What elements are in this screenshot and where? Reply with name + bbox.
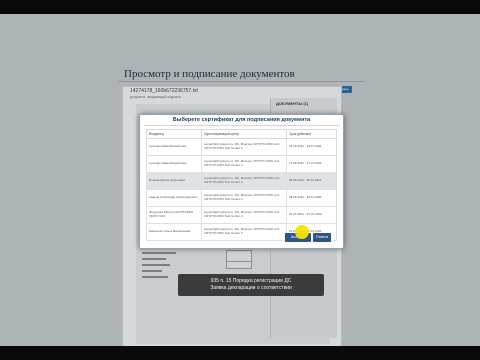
letterbox-bottom <box>0 346 480 360</box>
signature-stamp <box>226 261 252 269</box>
letterbox-top <box>0 0 480 14</box>
column-header-issuer: Удостоверяющий центр <box>201 129 287 139</box>
cell-owner: Авдеев Александр Александрович <box>146 189 202 207</box>
document-text-line <box>142 258 166 260</box>
certificate-table: Владелец Удостоверяющий центр Срок дейст… <box>146 129 337 241</box>
cell-issuer: support@cryptopro.ru, RU, Moscow, CRYPTO… <box>201 223 287 241</box>
cell-owner: Федорова Ирина (CRYPTOPRO TEST) ООО <box>146 206 202 224</box>
document-name: 14274178_160b672236757.txt <box>130 88 198 94</box>
cell-issuer: support@cryptopro.ru, RU, Moscow, CRYPTO… <box>201 172 287 190</box>
cell-validity: 28.06.2021 - 28.12.2021 <box>286 189 337 207</box>
dialog-divider <box>144 125 339 126</box>
cell-issuer: support@cryptopro.ru, RU, Moscow, CRYPTO… <box>201 138 287 156</box>
document-text-line <box>142 252 176 254</box>
page-title: Просмотр и подписание документов <box>124 68 295 80</box>
title-divider <box>118 81 364 82</box>
document-text-line <box>142 276 168 278</box>
cell-validity: 17.06.2021 - 17.12.2021 <box>286 155 337 173</box>
table-header-row: Владелец Удостоверяющий центр Срок дейст… <box>146 129 337 139</box>
cell-validity: 16.06.2021 - 16.12.2021 <box>286 138 337 156</box>
documents-sidebar-title: ДОКУМЕНТЫ (1) <box>276 101 309 106</box>
cell-issuer: support@cryptopro.ru, RU, Moscow, CRYPTO… <box>201 189 287 207</box>
cell-issuer: support@cryptopro.ru, RU, Moscow, CRYPTO… <box>201 155 287 173</box>
certificate-row[interactable]: Сухинин Иван Михайлович support@cryptopr… <box>146 155 337 173</box>
certificate-row-selected[interactable]: Ильина Ирина Сергеевна support@cryptopro… <box>146 172 337 190</box>
certificate-row[interactable]: Федорова Ирина (CRYPTOPRO TEST) ООО supp… <box>146 206 337 224</box>
column-header-owner: Владелец <box>146 129 202 139</box>
document-text-line <box>142 270 162 272</box>
certificate-dialog: Выберете сертификат для подписания докум… <box>139 114 344 249</box>
cell-owner: Сухинин Иван Михайлович <box>146 155 202 173</box>
certificate-row[interactable]: Авдеев Александр Александрович support@c… <box>146 189 337 207</box>
cursor-highlight-icon <box>295 225 309 239</box>
dialog-title: Выберете сертификат для подписания докум… <box>172 117 311 123</box>
cell-owner: Сухинин Иван Михайлович <box>146 138 202 156</box>
certificate-row[interactable]: Сухинин Иван Михайлович support@cryptopr… <box>146 138 337 156</box>
cell-validity: 05.05.2021 - 05.11.2021 <box>286 172 337 190</box>
document-subtitle: документ, ожидающий подписи <box>130 95 181 99</box>
caption-line-2: Заявка декларации о соответствии <box>210 284 292 291</box>
document-text-line <box>142 264 170 266</box>
cancel-button[interactable]: Отмена <box>313 233 331 242</box>
cell-validity: 01.07.2021 - 01.01.2022 <box>286 206 337 224</box>
video-caption: 935 п. 15 Порядка регистрации ДС Заявка … <box>178 274 324 296</box>
cell-owner: Шевченко Ольга Михайловна <box>146 223 202 241</box>
cell-issuer: support@cryptopro.ru, RU, Moscow, CRYPTO… <box>201 206 287 224</box>
cell-owner: Ильина Ирина Сергеевна <box>146 172 202 190</box>
column-header-validity: Срок действия <box>286 129 337 139</box>
video-frame: Просмотр и подписание документов Отменит… <box>0 0 480 360</box>
